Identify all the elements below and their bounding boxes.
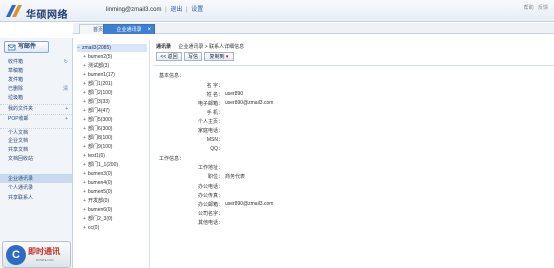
tree-node[interactable]: + 部门6(300) — [83, 125, 112, 133]
sidebar-item-spam[interactable]: 垃圾箱 — [0, 94, 72, 103]
sidebar-item-enterprise-contacts[interactable]: 企业通讯录 — [0, 174, 72, 183]
left-sidebar: 写邮件 收件箱 ↻ 草稿箱 发件箱 已删除清 垃圾箱 我的文件夹 + POP收邮 + … — [0, 38, 73, 268]
sidebar-item-inbox[interactable]: 收件箱 ↻ — [0, 58, 72, 67]
breadcrumb: 通讯录 企业通讯录 > 联系人详细信息 — [156, 43, 244, 50]
sidebar-item-personal-docs[interactable]: 个人文档 — [0, 128, 72, 137]
logo-icon — [6, 5, 22, 17]
field-label: 个人主页： — [197, 119, 223, 125]
tree-node[interactable]: + cc(0) — [83, 224, 99, 232]
divider — [153, 65, 554, 66]
add-folder-icon[interactable]: + — [65, 105, 68, 114]
company-logo: 华硕网络 — [4, 3, 76, 21]
field-label: 手 机： — [206, 110, 223, 116]
tree-node[interactable]: + 部门8(100) — [83, 134, 112, 142]
field-value: user890 — [225, 91, 244, 97]
tab-bar: 首页 企业通讯录 × — [73, 23, 554, 34]
brand-name: 华硕网络 — [26, 10, 68, 21]
field-value: 商务代表 — [225, 174, 246, 180]
tree-node[interactable]: + 部门5(300) — [83, 116, 112, 124]
contact-detail-pane: 通讯录 企业通讯录 > 联系人详细信息 << 返回 写信 复制到 ▾ 基本信息：… — [153, 40, 554, 268]
sidebar-item-enterprise-docs[interactable]: 企业文档 — [0, 137, 72, 146]
field-label: 职位： — [207, 174, 223, 180]
tree-node[interactable]: + bumen3(0) — [83, 170, 112, 178]
tree-node[interactable]: + 部门1_1(200) — [83, 161, 118, 169]
refresh-icon[interactable]: ↻ — [64, 58, 68, 67]
help-link[interactable]: 帮助 — [524, 5, 534, 11]
field-value: user890@zmail3.com — [225, 201, 274, 207]
tree-node[interactable]: + 部门2_3(0) — [83, 215, 112, 223]
logout-link[interactable]: 退出 — [170, 7, 182, 13]
header-right-links: 帮助 反馈 — [521, 4, 548, 11]
sidebar-item-shared-contacts[interactable]: 共享联系人 — [0, 194, 72, 203]
field-label: 电子邮箱： — [197, 101, 223, 107]
field-label: MSN： — [206, 137, 223, 143]
field-label: 办公传真： — [197, 193, 223, 199]
tree-node[interactable]: + 测试部(3) — [83, 62, 109, 70]
sidebar-item-deleted[interactable]: 已删除清 — [0, 85, 72, 94]
contact-tree: − zmail3(2085) + bumen2(5) + 测试部(3) + bumen1… — [75, 40, 150, 268]
empty-trash-link[interactable]: 清 — [63, 85, 68, 94]
chat-title: 即时通讯 — [28, 247, 60, 256]
field-label: 名 字： — [206, 83, 223, 89]
write-mail-button[interactable]: 写邮件 — [4, 41, 49, 53]
tab-label: 企业通讯录 — [116, 27, 142, 33]
field-value: user890@zmail3.com — [225, 100, 274, 106]
chat-icon: C — [6, 245, 26, 265]
write-mail-label: 写邮件 — [18, 44, 37, 50]
breadcrumb-path: 企业通讯录 > 联系人详细信息 — [178, 44, 245, 50]
tree-node[interactable]: + test1(0) — [83, 152, 105, 160]
tree-node[interactable]: + 部门4(47) — [83, 107, 110, 115]
field-label: 工作地址： — [197, 165, 223, 171]
chat-download-label: DOWNLOAD — [36, 258, 54, 262]
tree-node[interactable]: + bumen4(0) — [83, 179, 112, 187]
top-header: 华硕网络 linming@zmail3.com | 退出 | 设置 帮助 反馈 — [0, 0, 554, 22]
feedback-link[interactable]: 反馈 — [538, 5, 548, 11]
tab-label: 首页 — [92, 27, 103, 33]
sidebar-item-personal-contacts[interactable]: 个人通讯录 — [0, 184, 72, 193]
breadcrumb-title: 通讯录 — [156, 44, 172, 50]
tree-node[interactable]: + 部门9(100) — [83, 143, 112, 151]
field-label: 公司名字： — [197, 211, 223, 217]
tree-node[interactable]: + bumen1(17) — [83, 71, 115, 79]
field-label: 办公电话： — [197, 184, 223, 190]
im-download-widget[interactable]: C 即时通讯 DOWNLOAD — [2, 241, 71, 268]
tree-node[interactable]: + bumen6(0) — [83, 206, 112, 214]
user-info: linming@zmail3.com | 退出 | 设置 — [106, 7, 204, 13]
field-label: 姓 名： — [206, 92, 223, 98]
dropdown-arrow-icon: ▾ — [224, 54, 229, 60]
basic-info-header: 基本信息： — [159, 73, 185, 79]
write-to-button[interactable]: 写信 — [184, 52, 202, 61]
tree-node[interactable]: + 部门3(33) — [83, 98, 110, 106]
field-label: QQ： — [210, 146, 223, 152]
sidebar-item-pop[interactable]: POP收邮 + — [0, 114, 72, 123]
pencil-icon — [8, 44, 16, 51]
back-button[interactable]: << 返回 — [156, 52, 182, 61]
sidebar-item-my-folders[interactable]: 我的文件夹 + — [0, 104, 72, 113]
copy-to-dropdown[interactable]: 复制到 ▾ — [204, 52, 234, 61]
sidebar-item-drafts[interactable]: 草稿箱 — [0, 67, 72, 76]
settings-link[interactable]: 设置 — [191, 7, 203, 13]
tree-node[interactable]: + 部门2(100) — [83, 89, 112, 97]
tree-node[interactable]: + bumen5(0) — [83, 188, 112, 196]
field-label: 其他电话： — [197, 220, 223, 226]
sidebar-item-doc-recycle[interactable]: 文档回收站 — [0, 155, 72, 164]
tab-enterprise-contacts[interactable]: 企业通讯录 × — [103, 24, 155, 34]
tree-node[interactable]: + 开发部(0) — [83, 197, 109, 205]
user-email: linming@zmail3.com — [106, 7, 162, 13]
tree-root[interactable]: − zmail3(2085) — [77, 44, 147, 52]
field-label: 办公邮箱： — [197, 202, 223, 208]
close-icon[interactable]: × — [147, 25, 151, 35]
field-label: 家庭电话： — [197, 128, 223, 134]
add-pop-icon[interactable]: + — [65, 115, 68, 124]
sidebar-item-shared-docs[interactable]: 共享文档 — [0, 146, 72, 155]
tree-node[interactable]: + bumen2(5) — [83, 53, 112, 61]
work-info-header: 工作信息： — [159, 156, 185, 162]
tree-node[interactable]: + 部门1(201) — [83, 80, 112, 88]
sidebar-item-sent[interactable]: 发件箱 — [0, 76, 72, 85]
